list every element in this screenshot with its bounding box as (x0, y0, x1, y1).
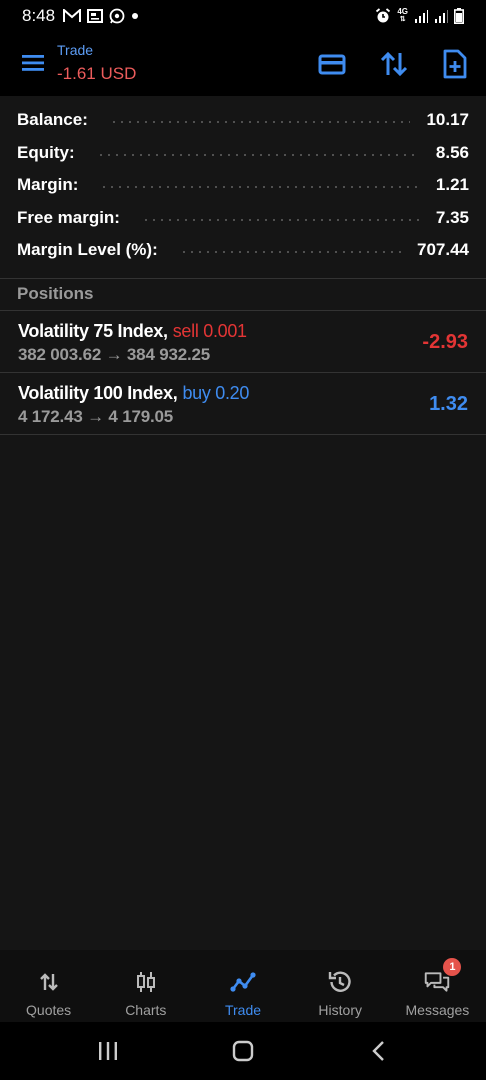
tab-messages[interactable]: 1 Messages (389, 950, 486, 1022)
dotted-leader (96, 153, 420, 156)
tab-label: Charts (125, 1002, 167, 1018)
trade-icon (230, 970, 256, 994)
back-chevron-icon (372, 1041, 384, 1061)
news-icon (87, 9, 104, 23)
summary-value: 10.17 (426, 110, 469, 130)
whatsapp-icon (109, 8, 125, 24)
charts-icon (133, 970, 159, 994)
summary-row-free-margin: Free margin: 7.35 (0, 202, 486, 235)
network-type-label: 4G (397, 7, 408, 16)
summary-label: Free margin: (17, 207, 120, 227)
positions-section-title: Positions (17, 284, 94, 303)
tab-label: Trade (224, 1002, 262, 1018)
tab-history[interactable]: History (292, 950, 389, 1022)
position-side: buy 0.20 (182, 383, 250, 403)
app-header: Trade -1.61 USD (0, 32, 486, 96)
menu-icon (22, 55, 44, 71)
position-profit: 1.32 (429, 393, 468, 415)
dotted-leader (100, 186, 420, 189)
dotted-leader (109, 121, 411, 124)
messages-badge: 1 (443, 958, 462, 976)
bottom-tab-bar: Quotes Charts Trade History 1 Messages (0, 950, 486, 1022)
position-symbol: Volatility 100 Index, (18, 383, 178, 403)
status-bar: 8:48 4G ⇅ (0, 0, 486, 32)
signal-icon (414, 9, 428, 23)
quotes-icon (36, 970, 62, 994)
position-prices: 4 172.43 → 4 179.05 (18, 407, 173, 426)
tab-charts[interactable]: Charts (97, 950, 194, 1022)
position-header: Volatility 75 Index, sell 0.001 (18, 321, 247, 342)
tab-label: History (318, 1002, 362, 1018)
summary-value: 1.21 (435, 175, 469, 195)
system-navigation-bar (0, 1022, 486, 1080)
summary-label: Balance: (17, 110, 88, 130)
summary-row-equity: Equity: 8.56 (0, 137, 486, 170)
sort-button[interactable] (378, 48, 410, 80)
total-profit: -1.61 USD (57, 64, 137, 83)
summary-row-margin: Margin: 1.21 (0, 169, 486, 202)
recent-apps-button[interactable] (95, 1039, 121, 1063)
home-button[interactable] (230, 1039, 256, 1063)
position-row[interactable]: Volatility 75 Index, sell 0.001 382 003.6… (0, 311, 486, 373)
position-profit: -2.93 (422, 331, 468, 353)
dotted-leader (141, 218, 420, 221)
tab-trade[interactable]: Trade (194, 950, 291, 1022)
menu-button[interactable] (20, 52, 46, 74)
tab-label: Messages (405, 1002, 470, 1018)
status-time: 8:48 (22, 6, 56, 25)
new-order-button[interactable] (439, 48, 471, 80)
alarm-icon (375, 8, 391, 24)
summary-row-margin-level: Margin Level (%): 707.44 (0, 234, 486, 267)
divider (0, 434, 486, 435)
position-header: Volatility 100 Index, buy 0.20 (18, 383, 249, 404)
divider (0, 278, 486, 279)
position-symbol: Volatility 75 Index, (18, 321, 168, 341)
recent-apps-icon (99, 1042, 117, 1060)
dotted-leader (179, 251, 401, 254)
summary-label: Margin: (17, 175, 79, 195)
position-row[interactable]: Volatility 100 Index, buy 0.20 4 172.43 →… (0, 373, 486, 435)
summary-row-balance: Balance: 10.17 (0, 104, 486, 137)
sort-arrows-icon (380, 51, 408, 77)
summary-label: Margin Level (%): (17, 240, 158, 260)
account-summary: Balance: 10.17 Equity: 8.56 Margin: 1.21… (0, 104, 486, 267)
home-icon (232, 1040, 254, 1062)
position-prices: 382 003.62 → 384 932.25 (18, 345, 211, 364)
tab-quotes[interactable]: Quotes (0, 950, 97, 1022)
network-type-icon: 4G ⇅ (397, 7, 408, 24)
summary-label: Equity: (17, 142, 75, 162)
credit-card-icon (318, 54, 346, 75)
notification-dot-icon (131, 12, 139, 20)
summary-value: 8.56 (435, 142, 469, 162)
history-icon (327, 970, 353, 994)
signal-icon-2 (434, 9, 448, 23)
gmail-icon (63, 9, 82, 23)
back-button[interactable] (366, 1039, 392, 1063)
position-side: sell 0.001 (172, 321, 247, 341)
battery-icon (454, 8, 464, 24)
tab-label: Quotes (26, 1002, 72, 1018)
deposit-button[interactable] (316, 48, 348, 80)
summary-value: 7.35 (435, 207, 469, 227)
page-title: Trade (57, 42, 94, 58)
summary-value: 707.44 (417, 240, 469, 260)
new-document-icon (443, 49, 467, 79)
